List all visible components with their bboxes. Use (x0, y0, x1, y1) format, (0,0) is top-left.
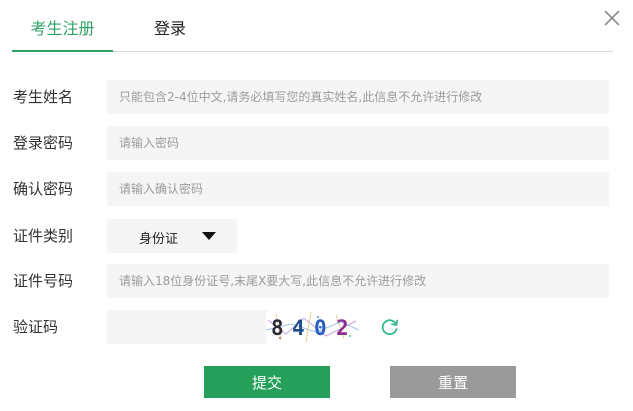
id-number-label: 证件号码 (13, 272, 74, 290)
password-label: 登录密码 (13, 134, 74, 152)
id-type-value: 身份证 (139, 232, 179, 247)
confirm-password-label: 确认密码 (13, 180, 74, 198)
name-field-box (107, 80, 609, 114)
tab-login[interactable]: 登录 (154, 18, 186, 52)
name-input[interactable] (107, 80, 609, 114)
confirm-password-field-box (107, 172, 609, 206)
id-type-select[interactable]: 身份证 (107, 219, 237, 253)
captcha-char: 2 (336, 316, 349, 340)
captcha-label: 验证码 (13, 318, 59, 336)
name-label: 考生姓名 (13, 88, 74, 106)
captcha-char: 8 (271, 316, 284, 340)
tab-bar: 考生注册 登录 (12, 12, 613, 52)
triangle-down-icon (202, 232, 216, 240)
id-number-field-box (107, 264, 609, 298)
submit-button[interactable]: 提交 (204, 366, 330, 398)
password-input[interactable] (107, 126, 609, 160)
password-field-box (107, 126, 609, 160)
captcha-field-box (107, 310, 267, 344)
refresh-icon[interactable] (380, 317, 400, 337)
close-icon[interactable] (602, 8, 622, 28)
captcha-char: 0 (314, 316, 327, 340)
confirm-password-input[interactable] (107, 172, 609, 206)
captcha-input[interactable] (107, 310, 267, 344)
captcha-char: 4 (292, 316, 305, 340)
captcha-image[interactable]: 8 4 0 2 (266, 312, 359, 342)
reset-button[interactable]: 重置 (390, 366, 516, 398)
id-type-label: 证件类别 (13, 227, 74, 245)
id-number-input[interactable] (107, 264, 609, 298)
tab-register[interactable]: 考生注册 (12, 18, 113, 52)
